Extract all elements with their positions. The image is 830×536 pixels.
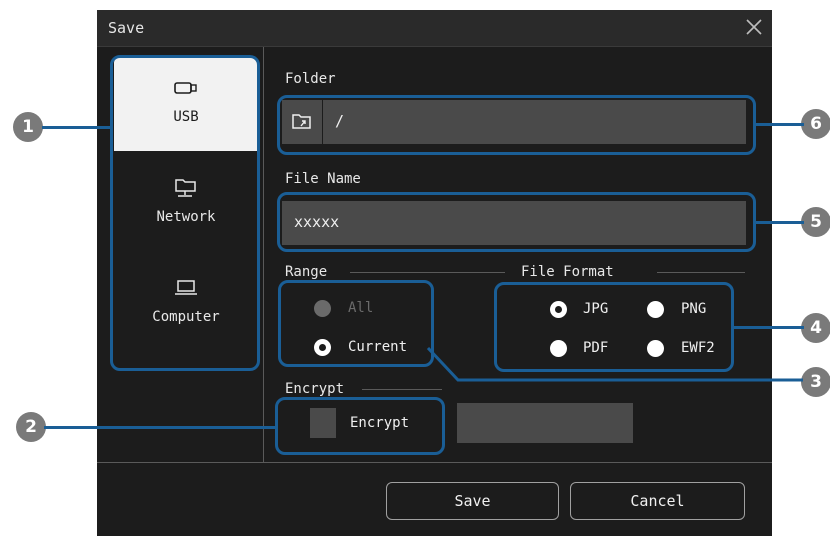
callout-badge-5: 5 — [801, 207, 830, 237]
cancel-button[interactable]: Cancel — [570, 482, 745, 520]
callout-badge-1: 1 — [13, 112, 43, 142]
callout-leader-6 — [754, 123, 804, 126]
callout-frame-file-format — [494, 282, 734, 372]
callout-badge-4: 4 — [801, 313, 830, 343]
footer-divider — [97, 462, 772, 463]
title-bar: Save — [97, 10, 772, 47]
save-button[interactable]: Save — [386, 482, 559, 520]
callout-leader-1 — [42, 126, 112, 129]
file-format-divider — [657, 272, 745, 273]
close-icon[interactable] — [742, 15, 766, 39]
file-name-label: File Name — [285, 171, 361, 187]
callout-badge-3: 3 — [801, 367, 830, 397]
callout-badge-2: 2 — [16, 412, 46, 442]
encrypt-password-field — [457, 403, 633, 443]
callout-frame-sources — [110, 55, 260, 371]
callout-leader-4 — [732, 326, 804, 329]
callout-frame-folder — [277, 95, 756, 155]
folder-label: Folder — [285, 71, 336, 87]
callout-frame-encrypt — [275, 397, 445, 455]
dialog-title: Save — [108, 19, 145, 37]
callout-frame-range — [278, 280, 434, 367]
callout-badge-6: 6 — [801, 109, 830, 139]
range-label: Range — [285, 264, 328, 280]
encrypt-section-label: Encrypt — [285, 381, 345, 397]
range-divider — [350, 272, 505, 273]
callout-leader-5 — [754, 221, 804, 224]
encrypt-divider — [362, 389, 442, 390]
callout-frame-file-name — [277, 192, 756, 252]
callout-leader-2 — [44, 426, 277, 429]
file-format-label: File Format — [521, 264, 614, 280]
